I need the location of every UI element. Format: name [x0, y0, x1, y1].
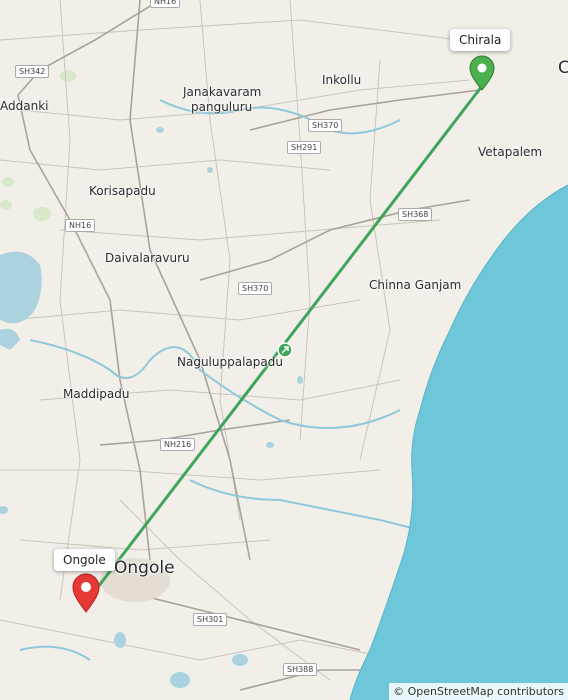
road-shield-nh16: NH16 — [65, 219, 96, 232]
map-view[interactable]: Addanki Janakavaram panguluru Inkollu Ve… — [0, 0, 568, 700]
road-shield-sh388: SH388 — [283, 663, 318, 676]
start-marker-label[interactable]: Chirala — [450, 29, 511, 51]
end-marker-label[interactable]: Ongole — [54, 549, 115, 571]
road-shield-sh370-south: SH370 — [238, 282, 273, 295]
road-shield-sh291: SH291 — [287, 141, 322, 154]
place-korisapadu: Korisapadu — [89, 184, 156, 198]
place-chirala-partial: C — [558, 58, 568, 78]
place-daivalaravuru: Daivalaravuru — [105, 251, 190, 265]
place-inkollu: Inkollu — [322, 73, 362, 87]
place-janakavaram: Janakavaram — [183, 85, 262, 99]
road-shield-sh370: SH370 — [308, 119, 343, 132]
place-panguluru: panguluru — [191, 100, 253, 114]
map-attribution[interactable]: © OpenStreetMap contributors — [389, 683, 568, 700]
road-shield-sh342: SH342 — [15, 65, 50, 78]
road-shield-nh216: NH216 — [160, 438, 196, 451]
place-naguluppalapadu: Naguluppalapadu — [177, 355, 283, 369]
map-base — [0, 0, 568, 700]
place-ongole-city: Ongole — [114, 558, 175, 578]
place-chinna-ganjam: Chinna Ganjam — [369, 278, 462, 292]
place-maddipadu: Maddipadu — [63, 387, 130, 401]
road-shield-top: NH16 — [150, 0, 181, 8]
road-shield-sh368: SH368 — [398, 208, 433, 221]
place-vetapalem: Vetapalem — [478, 145, 543, 159]
place-addanki: Addanki — [0, 99, 49, 113]
road-shield-sh301: SH301 — [193, 613, 228, 626]
